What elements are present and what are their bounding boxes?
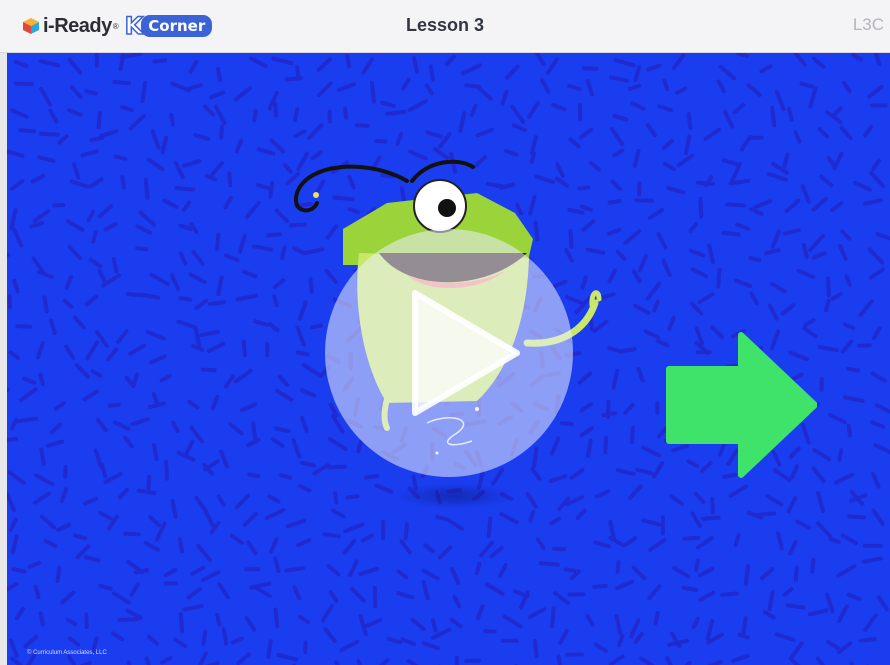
copyright-text: © Curriculum Associates, LLC [27, 650, 107, 656]
character-shadow [395, 483, 515, 509]
lesson-stage: © Curriculum Associates, LLC [7, 53, 890, 665]
play-icon [412, 290, 520, 416]
play-button[interactable] [325, 229, 573, 477]
lesson-title: Lesson 3 [405, 15, 485, 35]
top-bar: i-Ready ® K Corner Lesson 3 L3C [0, 0, 890, 53]
right-arrow-icon[interactable] [665, 331, 817, 479]
lesson-code: L3C [852, 15, 884, 34]
